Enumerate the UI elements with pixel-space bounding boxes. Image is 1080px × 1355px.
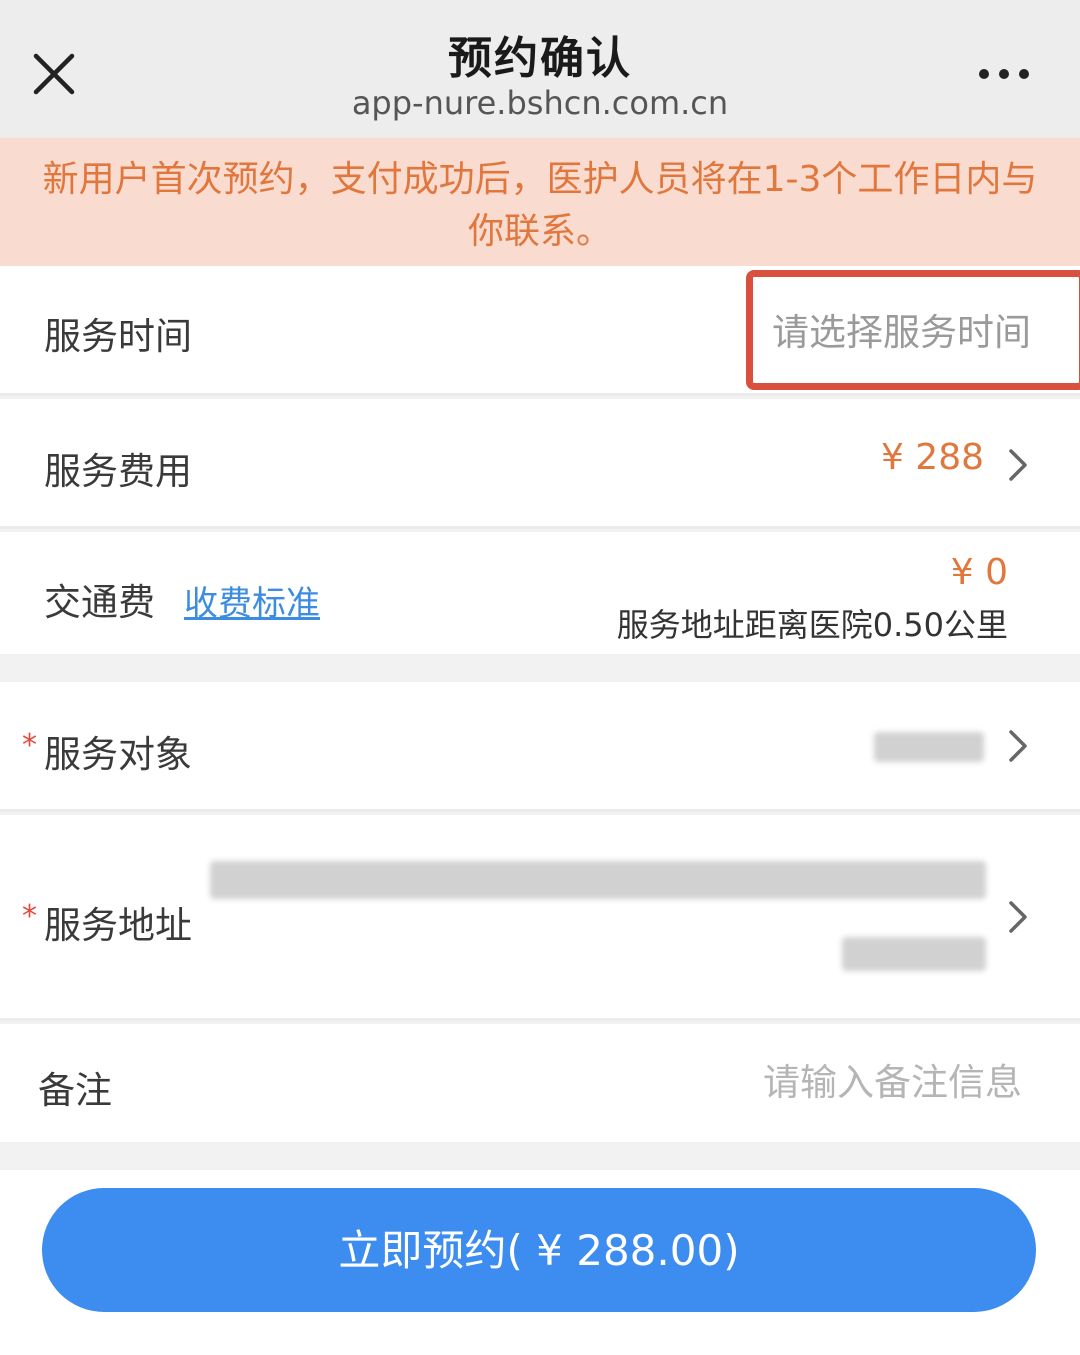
notice-banner: 新用户首次预约，支付成功后，医护人员将在1-3个工作日内与你联系。 <box>0 138 1080 266</box>
page-url: app-nure.bshcn.com.cn <box>351 84 729 122</box>
chevron-right-icon <box>1009 901 1027 933</box>
service-address-row[interactable]: * 服务地址 <box>0 815 1080 1021</box>
service-fee-value: ¥ 288 <box>880 437 984 478</box>
blurred-address-line-1 <box>210 861 986 899</box>
blurred-name <box>874 732 984 762</box>
blurred-address-line-2 <box>842 937 986 971</box>
chevron-right-icon <box>1009 449 1027 481</box>
fee-standard-link[interactable]: 收费标准 <box>184 576 320 625</box>
service-target-row[interactable]: * 服务对象 <box>0 682 1080 812</box>
distance-note: 服务地址距离医院0.50公里 <box>616 606 1008 644</box>
service-fee-row[interactable]: 服务费用 ¥ 288 <box>0 399 1080 529</box>
service-fee-label: 服务费用 <box>44 450 192 493</box>
more-dots-icon <box>979 69 1029 79</box>
remark-label: 备注 <box>38 1069 112 1112</box>
transport-fee-row: 交通费 收费标准 ¥ 0 服务地址距离医院0.50公里 <box>0 532 1080 654</box>
service-time-picker[interactable]: 请选择服务时间 <box>772 302 1031 356</box>
nav-header: 预约确认 app-nure.bshcn.com.cn <box>0 0 1080 138</box>
book-now-button[interactable]: 立即预约( ¥ 288.00) <box>42 1188 1036 1312</box>
service-address-label: 服务地址 <box>44 904 192 947</box>
remark-row: 备注 <box>0 1024 1080 1142</box>
required-mark: * <box>22 728 37 763</box>
transport-fee-label: 交通费 <box>44 581 155 624</box>
page-title: 预约确认 <box>448 33 632 84</box>
transport-fee-value: ¥ 0 <box>950 552 1008 593</box>
required-mark: * <box>22 899 37 934</box>
chevron-right-icon <box>1009 730 1027 762</box>
service-target-label: 服务对象 <box>44 733 192 776</box>
service-time-row[interactable]: 服务时间 请选择服务时间 <box>0 266 1080 396</box>
remark-input[interactable] <box>600 1056 1024 1108</box>
service-time-label: 服务时间 <box>44 315 192 358</box>
notice-text: 新用户首次预约，支付成功后，医护人员将在1-3个工作日内与你联系。 <box>42 159 1038 252</box>
more-button[interactable] <box>972 60 1036 88</box>
